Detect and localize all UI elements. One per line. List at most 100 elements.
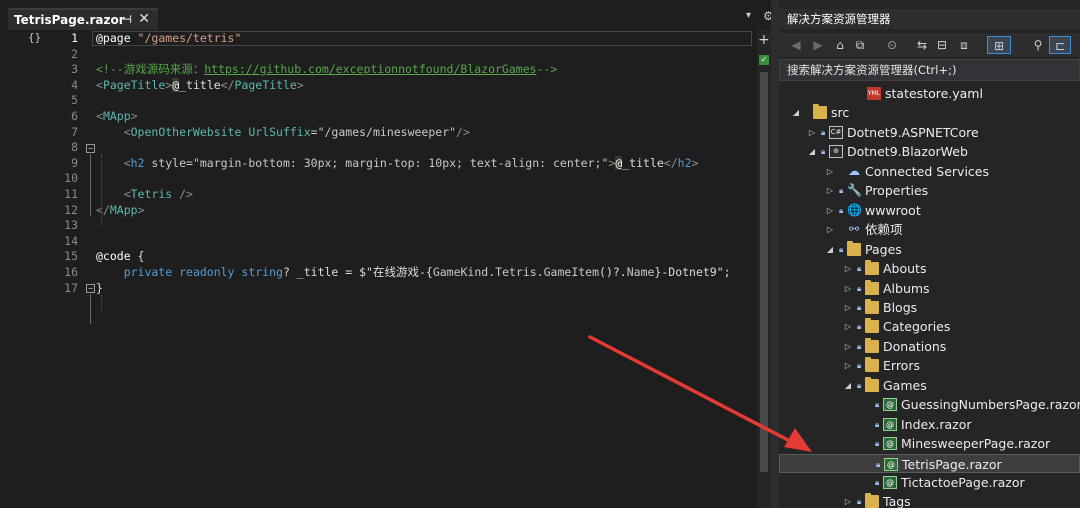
tab-tetrispage[interactable]: TetrisPage.razor ⊣ ✕ [8, 8, 158, 30]
expanded-chevron-icon[interactable]: ◢ [807, 142, 817, 161]
scrollbar-thumb[interactable] [760, 72, 768, 472]
tree-item[interactable]: 🔒︎ @ MinesweeperPage.razor [779, 434, 1080, 453]
expanded-chevron-icon[interactable]: ◢ [843, 376, 853, 395]
collapsed-chevron-icon[interactable]: ▷ [825, 162, 835, 181]
tree-item[interactable]: ◢ 🔒︎ Pages [779, 240, 1080, 259]
lock-icon: 🔒︎ [875, 400, 880, 410]
expanded-chevron-icon[interactable]: ◢ [825, 240, 835, 259]
code-line[interactable]: </MApp> [96, 203, 145, 218]
tree-item-label: Games [883, 377, 927, 393]
code-token: } [96, 280, 103, 295]
tree-item[interactable]: ◢ 🔒︎ Games [779, 376, 1080, 395]
collapsed-chevron-icon[interactable]: ▷ [825, 220, 835, 239]
filter-icon[interactable]: ⊞ [987, 36, 1011, 54]
show-all-files-icon[interactable]: ⧈ [957, 36, 971, 54]
tree-item[interactable]: ▷ 🔒︎ 🔧 Properties [779, 181, 1080, 200]
properties-icon[interactable]: ⚲ [1031, 36, 1045, 54]
tree-item[interactable]: ▷ 🔒︎ Donations [779, 337, 1080, 356]
preview-icon[interactable]: ⊏ [1049, 36, 1071, 54]
tree-item[interactable]: ▷ 🔒︎ Blogs [779, 298, 1080, 317]
fold-toggle-icon[interactable]: − [86, 284, 95, 293]
pane-splitter[interactable] [771, 0, 779, 508]
tree-item-label: statestore.yaml [885, 86, 983, 101]
forward-icon[interactable]: ▶ [811, 36, 825, 54]
tree-item[interactable]: ▷ 🔒︎ C# Dotnet9.ASPNETCore [779, 123, 1080, 142]
code-token: </ [663, 155, 678, 170]
code-line[interactable]: private readonly string? _title = $"在线游戏… [96, 265, 731, 280]
solution-search-input[interactable]: 搜索解决方案资源管理器(Ctrl+;) [779, 59, 1080, 81]
collapsed-chevron-icon[interactable]: ▷ [843, 337, 853, 356]
code-line[interactable]: <OpenOtherWebsite UrlSuffix="/games/mine… [96, 125, 470, 140]
code-token: Name [626, 265, 655, 279]
line-number: 4 [71, 77, 78, 92]
tree-item[interactable]: 🔒︎ @ TictactoePage.razor [779, 473, 1080, 492]
tree-item[interactable]: ▷ 🔒︎ Tags [779, 492, 1080, 508]
back-icon[interactable]: ◀ [789, 36, 803, 54]
collapsed-chevron-icon[interactable]: ▷ [843, 259, 853, 278]
tree-item[interactable]: ▷ ⚯ 依赖项 [779, 220, 1080, 239]
tree-item-label: 依赖项 [865, 222, 903, 238]
pending-changes-icon[interactable]: ⏲ [881, 36, 903, 54]
lock-icon: 🔒︎ [839, 244, 844, 254]
folder-icon [865, 318, 879, 334]
code-line[interactable]: <!--游戏源码来源：https://github.com/exceptionn… [96, 62, 557, 77]
chevron-down-icon[interactable]: ▾ [746, 10, 751, 21]
pin-icon[interactable]: ⊣ [122, 13, 132, 26]
split-window-icon[interactable]: + [758, 32, 770, 48]
tree-item[interactable]: ▷ 🔒︎ Albums [779, 279, 1080, 298]
collapsed-chevron-icon[interactable]: ▷ [843, 298, 853, 317]
code-token: --> [536, 62, 558, 77]
folder-icon [865, 337, 879, 353]
collapsed-chevron-icon[interactable]: ▷ [825, 201, 835, 220]
code-line[interactable]: } [96, 281, 103, 296]
tree-item[interactable]: 🔒︎ @ Index.razor [779, 415, 1080, 434]
tree-item[interactable]: ▷ ☁ Connected Services [779, 162, 1080, 181]
collapsed-chevron-icon[interactable]: ▷ [843, 356, 853, 375]
sync-icon[interactable]: ⇆ [915, 36, 929, 54]
code-token: GameKind [432, 265, 489, 279]
lock-icon: 🔒︎ [857, 302, 862, 312]
lock-icon: 🔒︎ [857, 497, 862, 507]
code-token: > [130, 109, 138, 123]
collapsed-chevron-icon[interactable]: ▷ [807, 123, 817, 142]
collapsed-chevron-icon[interactable]: ▷ [825, 181, 835, 200]
tree-item[interactable]: ▷ 🔒︎ Errors [779, 356, 1080, 375]
tree-item-label: Connected Services [865, 163, 989, 179]
line-number: 6 [71, 109, 78, 123]
tree-item[interactable]: ◢ src [779, 103, 1080, 122]
home-icon[interactable]: ⌂ [833, 36, 847, 54]
tree-item[interactable]: 🔒︎ @ TetrisPage.razor [779, 453, 1080, 473]
collapse-all-icon[interactable]: ⊟ [935, 36, 949, 54]
code-area[interactable]: {} 1 2 3 4 5 6 7 8 9 10 11 12 13 14 15 16 17 @page "/gam… [0, 30, 779, 508]
tree-item[interactable]: ▷ 🔒︎ Abouts [779, 259, 1080, 278]
tree-item[interactable]: ◢ 🔒︎ ⊕ Dotnet9.BlazorWeb [779, 142, 1080, 161]
code-line[interactable]: <MApp> [96, 109, 138, 124]
code-line[interactable]: @code { [96, 249, 144, 264]
yaml-file-icon: YML [867, 87, 881, 100]
tree-item[interactable]: 🔒︎ @ GuessingNumbersPage.razor [779, 395, 1080, 414]
code-line[interactable]: <h2 style="margin-bottom: 30px; margin-t… [96, 155, 698, 171]
close-icon[interactable]: ✕ [138, 11, 150, 27]
editor-vertical-scrollbar[interactable]: + ✓ [757, 30, 771, 508]
collapsed-chevron-icon[interactable]: ▷ [843, 492, 853, 508]
tree-item[interactable]: YML statestore.yaml [779, 84, 1080, 103]
tree-item[interactable]: ▷ 🔒︎ 🌐 wwwroot [779, 201, 1080, 220]
code-line[interactable]: <PageTitle>@_title</PageTitle> [96, 77, 304, 93]
folder-icon [847, 240, 861, 256]
expanded-chevron-icon[interactable]: ◢ [791, 103, 801, 122]
line-number: 16 [64, 265, 78, 279]
code-line[interactable]: <Tetris /> [96, 187, 193, 202]
fold-toggle-icon[interactable]: − [86, 144, 95, 153]
collapsed-chevron-icon[interactable]: ▷ [843, 317, 853, 336]
fold-guide [90, 294, 91, 324]
line-number: 5 [71, 93, 78, 108]
code-line[interactable]: @page "/games/tetris" [96, 31, 241, 46]
code-token: string [234, 265, 283, 279]
tree-item-label: Dotnet9.ASPNETCore [847, 124, 979, 140]
csharp-project-icon: C# [829, 125, 843, 139]
switch-views-icon[interactable]: ⧉ [853, 36, 867, 54]
tree-item[interactable]: ▷ 🔒︎ Categories [779, 317, 1080, 336]
indent-guide [101, 155, 102, 225]
collapsed-chevron-icon[interactable]: ▷ [843, 279, 853, 298]
code-token: ="margin-bottom: 30px; margin-top: 10px;… [186, 155, 609, 170]
